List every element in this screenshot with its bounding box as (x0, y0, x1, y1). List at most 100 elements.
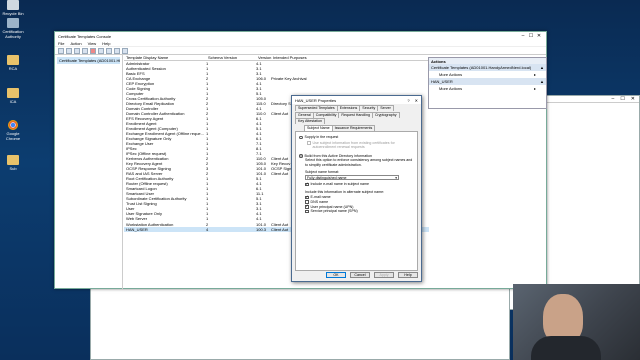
help-icon[interactable] (122, 48, 128, 54)
desktop-icon-label: Certification Authority (2, 29, 24, 39)
supply-in-request-option[interactable]: Supply in the request (299, 135, 414, 140)
certification-authority-icon[interactable]: Certification Authority (2, 18, 24, 39)
minimize-icon[interactable]: – (612, 96, 615, 102)
subject-name-panel: Supply in the request Use subject inform… (295, 131, 418, 271)
tab-cryptography[interactable]: Cryptography (371, 112, 400, 118)
menu-view[interactable]: View (88, 41, 97, 46)
toolbar (55, 47, 546, 55)
include-email-subject-checkbox[interactable] (305, 182, 309, 187)
alt-name-checkbox[interactable] (305, 209, 309, 214)
more-actions-item[interactable]: More Actions ▸ (429, 71, 546, 78)
tree-item-certificate-templates[interactable]: Certificate Templates (AD01001.Hbn... (57, 57, 120, 64)
include-alt-label: Include this information in alternate su… (305, 189, 385, 194)
alt-name-label: Service principal name (SPN) (310, 209, 358, 214)
recycle-bin-icon[interactable]: Recycle Bin (2, 0, 24, 16)
menu-help[interactable]: Help (102, 41, 110, 46)
column-header-schema[interactable]: Schema Version (206, 55, 256, 60)
delete-icon[interactable] (90, 48, 96, 54)
template-name-cell: HAN_USER (126, 226, 148, 232)
use-subject-info-label: Use subject information from existing ce… (312, 140, 395, 150)
presenter-shirt (531, 336, 601, 360)
column-header-name[interactable]: Template Display Name (124, 55, 206, 60)
back-icon[interactable] (58, 48, 64, 54)
desktop-icon-label: ICA (9, 99, 17, 104)
forward-icon[interactable] (66, 48, 72, 54)
subject-format-select[interactable]: Fully distinguished name ▾ (305, 175, 399, 181)
menu-action[interactable]: Action (70, 41, 81, 46)
export-icon[interactable] (114, 48, 120, 54)
chevron-right-icon: ▸ (533, 72, 536, 77)
maximize-icon[interactable]: ☐ (527, 33, 535, 39)
properties-icon[interactable] (98, 48, 104, 54)
tab-server[interactable]: Server (377, 105, 394, 111)
ica-folder-icon[interactable]: ICA (2, 88, 24, 104)
maximize-icon[interactable]: ☐ (620, 96, 624, 102)
dialog-title: HAN_USER Properties (295, 97, 337, 103)
mmc-titlebar[interactable]: Certificate Templates Console – ☐ ✕ (55, 32, 546, 40)
minimize-icon[interactable]: – (519, 33, 527, 39)
close-icon[interactable]: ✕ (415, 98, 418, 103)
help-icon[interactable]: ? (407, 98, 409, 103)
version-cell: 100.3 (256, 226, 267, 232)
tab-row-2: General Compatibility Request Handling C… (292, 111, 421, 124)
menu-file[interactable]: File (58, 41, 64, 46)
more-actions-label: More Actions (439, 72, 463, 77)
actions-pane: Actions Certificate Templates (AD01001.H… (428, 57, 547, 109)
tab-superseded[interactable]: Superseded Templates (295, 105, 338, 111)
up-icon[interactable] (74, 48, 80, 54)
supply-radio[interactable] (299, 135, 303, 139)
column-header-version[interactable]: Version (256, 55, 271, 60)
tab-security[interactable]: Security (359, 105, 379, 111)
more-actions-item[interactable]: More Actions ▸ (429, 85, 546, 92)
alt-name-option[interactable]: Service principal name (SPN) (305, 209, 414, 214)
supply-label: Supply in the request (304, 135, 339, 139)
tab-request-handling[interactable]: Request Handling (338, 112, 373, 118)
actions-section-han-user[interactable]: HAN_USER ▲ (429, 78, 546, 85)
actions-section-label: Certificate Templates (AD01001.HandyArme… (431, 65, 532, 70)
background-window-lower[interactable] (90, 285, 510, 360)
alt-name-checkbox[interactable] (305, 195, 309, 200)
show-hide-tree-icon[interactable] (82, 48, 88, 54)
actions-section-templates[interactable]: Certificate Templates (AD01001.HandyArme… (429, 64, 546, 71)
subject-format-label: Subject name format: (305, 169, 340, 174)
desktop-icon-label: Recycle Bin (2, 11, 24, 16)
refresh-icon[interactable] (106, 48, 112, 54)
include-email-subject-label: Include e-mail name in subject name (310, 182, 370, 187)
properties-dialog[interactable]: HAN_USER Properties ? ✕ Superseded Templ… (291, 95, 422, 282)
window-title: Certificate Templates Console (58, 33, 112, 39)
tab-subject-name[interactable]: Subject Name (304, 125, 333, 131)
more-actions-label: More Actions (439, 86, 463, 91)
include-email-subject-option[interactable]: Include e-mail name in subject name (305, 182, 414, 187)
help-button[interactable]: Help (398, 272, 418, 278)
collapse-icon[interactable]: ▲ (540, 79, 544, 84)
sub-folder-icon[interactable]: Sub (2, 155, 24, 171)
dialog-titlebar[interactable]: HAN_USER Properties ? ✕ (292, 96, 421, 104)
tab-key-attestation[interactable]: Key Attestation (295, 118, 325, 124)
collapse-icon[interactable]: ▲ (540, 65, 544, 70)
close-icon[interactable]: ✕ (535, 33, 543, 39)
use-subject-info-option: Use subject information from existing ce… (307, 141, 414, 150)
ok-button[interactable]: OK (326, 272, 346, 278)
apply-button[interactable]: Apply (374, 272, 394, 278)
build-radio[interactable] (299, 154, 303, 158)
console-tree: Certificate Templates (AD01001.Hbn... (55, 55, 123, 289)
folder-graphic (7, 155, 19, 165)
close-icon[interactable]: ✕ (631, 96, 635, 102)
google-chrome-icon[interactable]: Google Chrome (2, 120, 24, 141)
cancel-button[interactable]: Cancel (350, 272, 370, 278)
desktop-icon-label: Google Chrome (5, 131, 21, 141)
folder-graphic (7, 88, 19, 98)
dialog-buttons: OK Cancel Apply Help (326, 272, 418, 278)
chevron-right-icon: ▸ (533, 86, 536, 91)
alt-name-options: E-mail nameDNS nameUser principal name (… (299, 195, 414, 214)
use-subject-info-checkbox (307, 141, 311, 145)
tab-extensions[interactable]: Extensions (336, 105, 361, 111)
tab-row-1: Superseded Templates Extensions Security… (292, 104, 421, 111)
column-header-purposes[interactable]: Intended Purposes (271, 55, 311, 60)
recycle-bin-graphic (7, 0, 19, 10)
actions-section-label: HAN_USER (431, 79, 453, 84)
alt-name-checkbox[interactable] (305, 204, 309, 209)
tab-row-3: Subject Name Issuance Requirements (292, 124, 421, 131)
rca-folder-icon[interactable]: RCA (2, 55, 24, 71)
tab-issuance-requirements[interactable]: Issuance Requirements (331, 125, 376, 131)
